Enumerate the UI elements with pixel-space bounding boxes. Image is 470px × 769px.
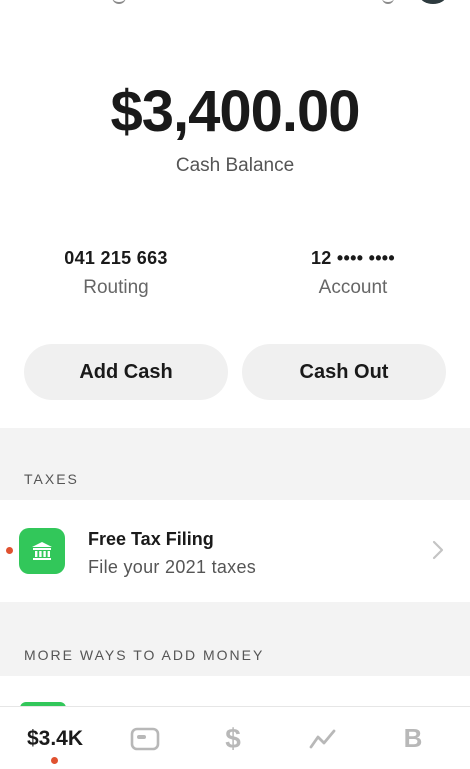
cash-balance-label: Cash Balance — [175, 155, 295, 176]
bitcoin-icon[interactable]: B — [390, 707, 436, 769]
taxes-section-header: TAXES — [0, 428, 470, 500]
account-label: Account — [318, 277, 388, 298]
routing-info[interactable]: 041 215 663 Routing — [16, 248, 216, 299]
cash-balance-amount: $3,400.00 — [110, 79, 360, 144]
free-tax-filing-row[interactable]: Free Tax Filing File your 2021 taxes — [0, 500, 470, 602]
dollar-icon[interactable]: $ — [210, 707, 256, 769]
card-icon[interactable] — [122, 707, 168, 769]
account-info[interactable]: 12 •••• •••• Account — [253, 248, 453, 299]
investing-icon[interactable] — [300, 707, 346, 769]
notification-dot — [6, 547, 13, 554]
add-cash-button[interactable]: Add Cash — [24, 344, 228, 400]
bottom-navigation: $3.4K $ B — [0, 706, 470, 769]
routing-label: Routing — [83, 277, 149, 298]
chevron-right-icon — [432, 540, 444, 565]
routing-number: 041 215 663 — [64, 248, 168, 268]
nav-active-dot — [51, 757, 58, 764]
section-title-more-ways: MORE WAYS TO ADD MONEY — [24, 647, 265, 663]
more-ways-section-header: MORE WAYS TO ADD MONEY — [0, 602, 470, 676]
status-bar-remnant — [0, 0, 470, 10]
tax-item-title: Free Tax Filing — [88, 529, 214, 549]
tax-item-subtitle: File your 2021 taxes — [88, 557, 257, 577]
section-title-taxes: TAXES — [24, 471, 79, 487]
bank-icon — [19, 528, 65, 574]
list-item[interactable] — [0, 676, 470, 708]
account-number: 12 •••• •••• — [310, 248, 396, 268]
profile-avatar[interactable] — [420, 0, 446, 4]
cash-out-button[interactable]: Cash Out — [242, 344, 446, 400]
